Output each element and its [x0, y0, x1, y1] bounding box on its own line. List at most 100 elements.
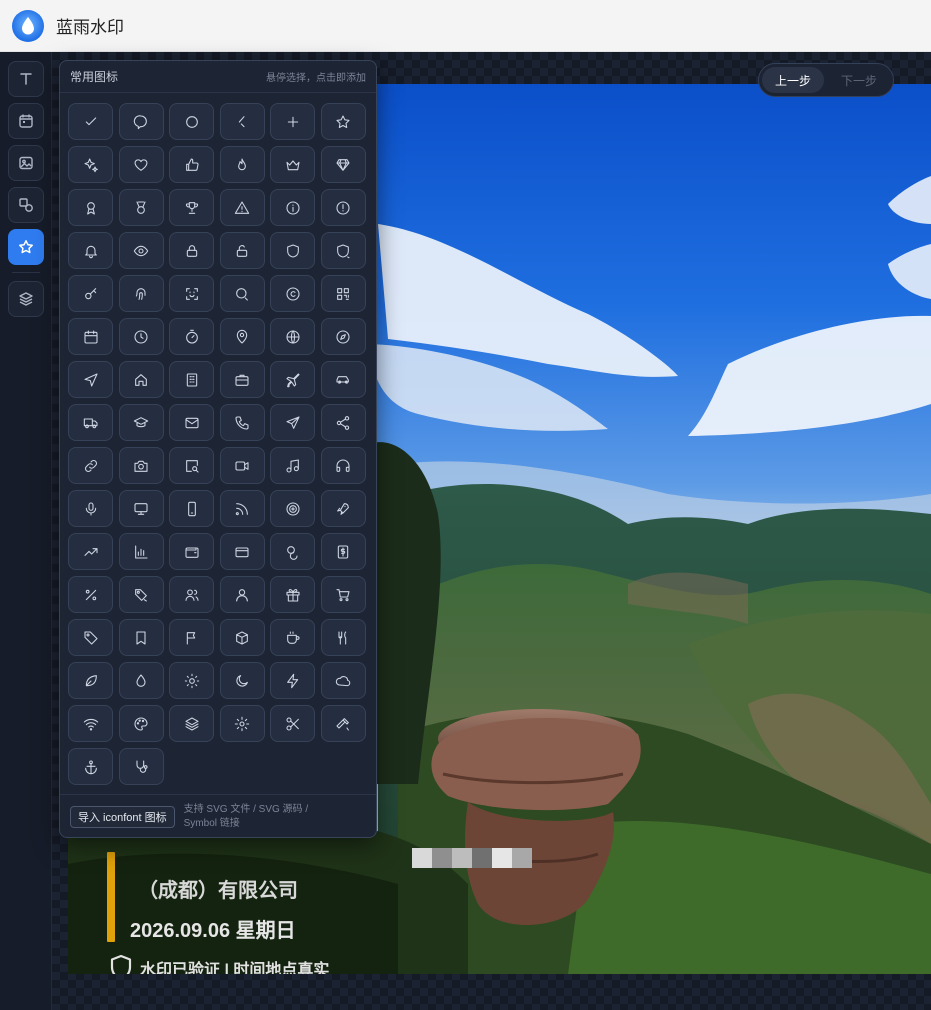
icon-option-heart[interactable] — [118, 146, 164, 183]
icon-option-monitor[interactable] — [118, 490, 164, 527]
icon-option-user[interactable] — [219, 576, 265, 613]
icon-option-home[interactable] — [118, 361, 164, 398]
icon-option-plus[interactable] — [270, 103, 315, 140]
icon-option-globe[interactable] — [270, 318, 315, 355]
icon-option-key[interactable] — [68, 275, 113, 312]
icon-option-compass[interactable] — [320, 318, 366, 355]
icon-option-share[interactable] — [320, 404, 366, 441]
icon-option-leaf[interactable] — [68, 662, 113, 699]
icon-option-fingerprint[interactable] — [118, 275, 164, 312]
icon-option-chat-bubble[interactable] — [118, 103, 164, 140]
icon-option-droplet[interactable] — [118, 662, 164, 699]
icon-option-bookmark[interactable] — [118, 619, 164, 656]
icon-option-zap[interactable] — [270, 662, 315, 699]
icon-option-navigation[interactable] — [68, 361, 113, 398]
icon-option-headphones[interactable] — [320, 447, 366, 484]
icon-option-gift[interactable] — [270, 576, 315, 613]
icon-option-info[interactable] — [270, 189, 315, 226]
import-iconfont-button[interactable]: 导入 iconfont 图标 — [70, 805, 175, 828]
icon-option-diamond[interactable] — [320, 146, 366, 183]
icon-option-medal[interactable] — [118, 189, 164, 226]
icon-option-trending-up[interactable] — [68, 533, 113, 570]
icon-option-bell[interactable] — [68, 232, 113, 269]
icon-option-star[interactable] — [320, 103, 366, 140]
icon-option-tag[interactable] — [68, 619, 113, 656]
icon-option-rocket[interactable] — [320, 490, 366, 527]
icon-option-chevron-left[interactable] — [219, 103, 265, 140]
icon-option-camera[interactable] — [118, 447, 164, 484]
icon-option-map-pin[interactable] — [219, 318, 265, 355]
icon-option-wallet[interactable] — [169, 533, 214, 570]
icon-option-unlock[interactable] — [219, 232, 265, 269]
icon-option-percent[interactable] — [68, 576, 113, 613]
icon-option-rss[interactable] — [219, 490, 265, 527]
tool-image-button[interactable] — [8, 145, 44, 181]
icon-option-crown[interactable] — [270, 146, 315, 183]
icon-option-layers[interactable] — [169, 705, 214, 742]
icon-option-coffee[interactable] — [270, 619, 315, 656]
icon-option-send[interactable] — [270, 404, 315, 441]
icon-option-building[interactable] — [169, 361, 214, 398]
icon-option-cart[interactable] — [320, 576, 366, 613]
icon-option-flag[interactable] — [169, 619, 214, 656]
icon-option-eye[interactable] — [118, 232, 164, 269]
icon-option-smartphone[interactable] — [169, 490, 214, 527]
icon-option-circle[interactable] — [169, 103, 214, 140]
icon-option-cloud[interactable] — [320, 662, 366, 699]
icon-option-coins[interactable] — [270, 533, 315, 570]
icon-option-moon[interactable] — [219, 662, 265, 699]
icon-option-anchor[interactable] — [68, 748, 113, 785]
icon-option-mail[interactable] — [169, 404, 214, 441]
tool-shape-button[interactable] — [8, 187, 44, 223]
icon-option-thumbs-up[interactable] — [169, 146, 214, 183]
icon-option-phone[interactable] — [219, 404, 265, 441]
icon-option-check[interactable] — [68, 103, 113, 140]
watermark-date[interactable]: 2026.09.06 星期日 — [130, 914, 296, 943]
icon-option-wifi[interactable] — [68, 705, 113, 742]
icon-option-bar-chart[interactable] — [118, 533, 164, 570]
icon-option-briefcase[interactable] — [219, 361, 265, 398]
icon-option-sparkles[interactable] — [68, 146, 113, 183]
icon-option-plane[interactable] — [270, 361, 315, 398]
icon-option-dollar[interactable] — [320, 533, 366, 570]
icon-option-graduation-cap[interactable] — [118, 404, 164, 441]
tool-icon-button[interactable] — [8, 229, 44, 265]
icon-option-search[interactable] — [219, 275, 265, 312]
icon-option-music[interactable] — [270, 447, 315, 484]
icon-option-image-search[interactable] — [169, 447, 214, 484]
icon-option-users[interactable] — [169, 576, 214, 613]
icon-option-trophy[interactable] — [169, 189, 214, 226]
icon-option-qr-code[interactable] — [320, 275, 366, 312]
undo-button[interactable]: 上一步 — [762, 67, 824, 93]
icon-option-shield[interactable] — [270, 232, 315, 269]
icon-option-lock[interactable] — [169, 232, 214, 269]
icon-option-scan-face[interactable] — [169, 275, 214, 312]
icon-option-flame[interactable] — [219, 146, 265, 183]
tool-layers-button[interactable] — [8, 281, 44, 317]
icon-option-sun[interactable] — [169, 662, 214, 699]
icon-option-calendar[interactable] — [68, 318, 113, 355]
icon-option-clock[interactable] — [118, 318, 164, 355]
watermark-company[interactable]: （成都）有限公司 — [138, 874, 298, 903]
icon-option-shield-check[interactable] — [320, 232, 366, 269]
icon-option-warning[interactable] — [219, 189, 265, 226]
tool-text-button[interactable] — [8, 61, 44, 97]
icon-option-link[interactable] — [68, 447, 113, 484]
icon-option-microphone[interactable] — [68, 490, 113, 527]
icon-option-credit-card[interactable] — [219, 533, 265, 570]
icon-option-car[interactable] — [320, 361, 366, 398]
icon-option-timer[interactable] — [169, 318, 214, 355]
icon-option-copyright[interactable] — [270, 275, 315, 312]
icon-option-tag-price[interactable] — [118, 576, 164, 613]
icon-option-scissors[interactable] — [270, 705, 315, 742]
icon-option-alert[interactable] — [320, 189, 366, 226]
tool-date-button[interactable] — [8, 103, 44, 139]
icon-option-ribbon[interactable] — [68, 189, 113, 226]
icon-option-hammer[interactable] — [320, 705, 366, 742]
icon-option-settings[interactable] — [219, 705, 265, 742]
redo-button[interactable]: 下一步 — [828, 67, 890, 93]
icon-option-palette[interactable] — [118, 705, 164, 742]
icon-option-stethoscope[interactable] — [118, 748, 164, 785]
icon-option-truck[interactable] — [68, 404, 113, 441]
icon-option-target[interactable] — [270, 490, 315, 527]
